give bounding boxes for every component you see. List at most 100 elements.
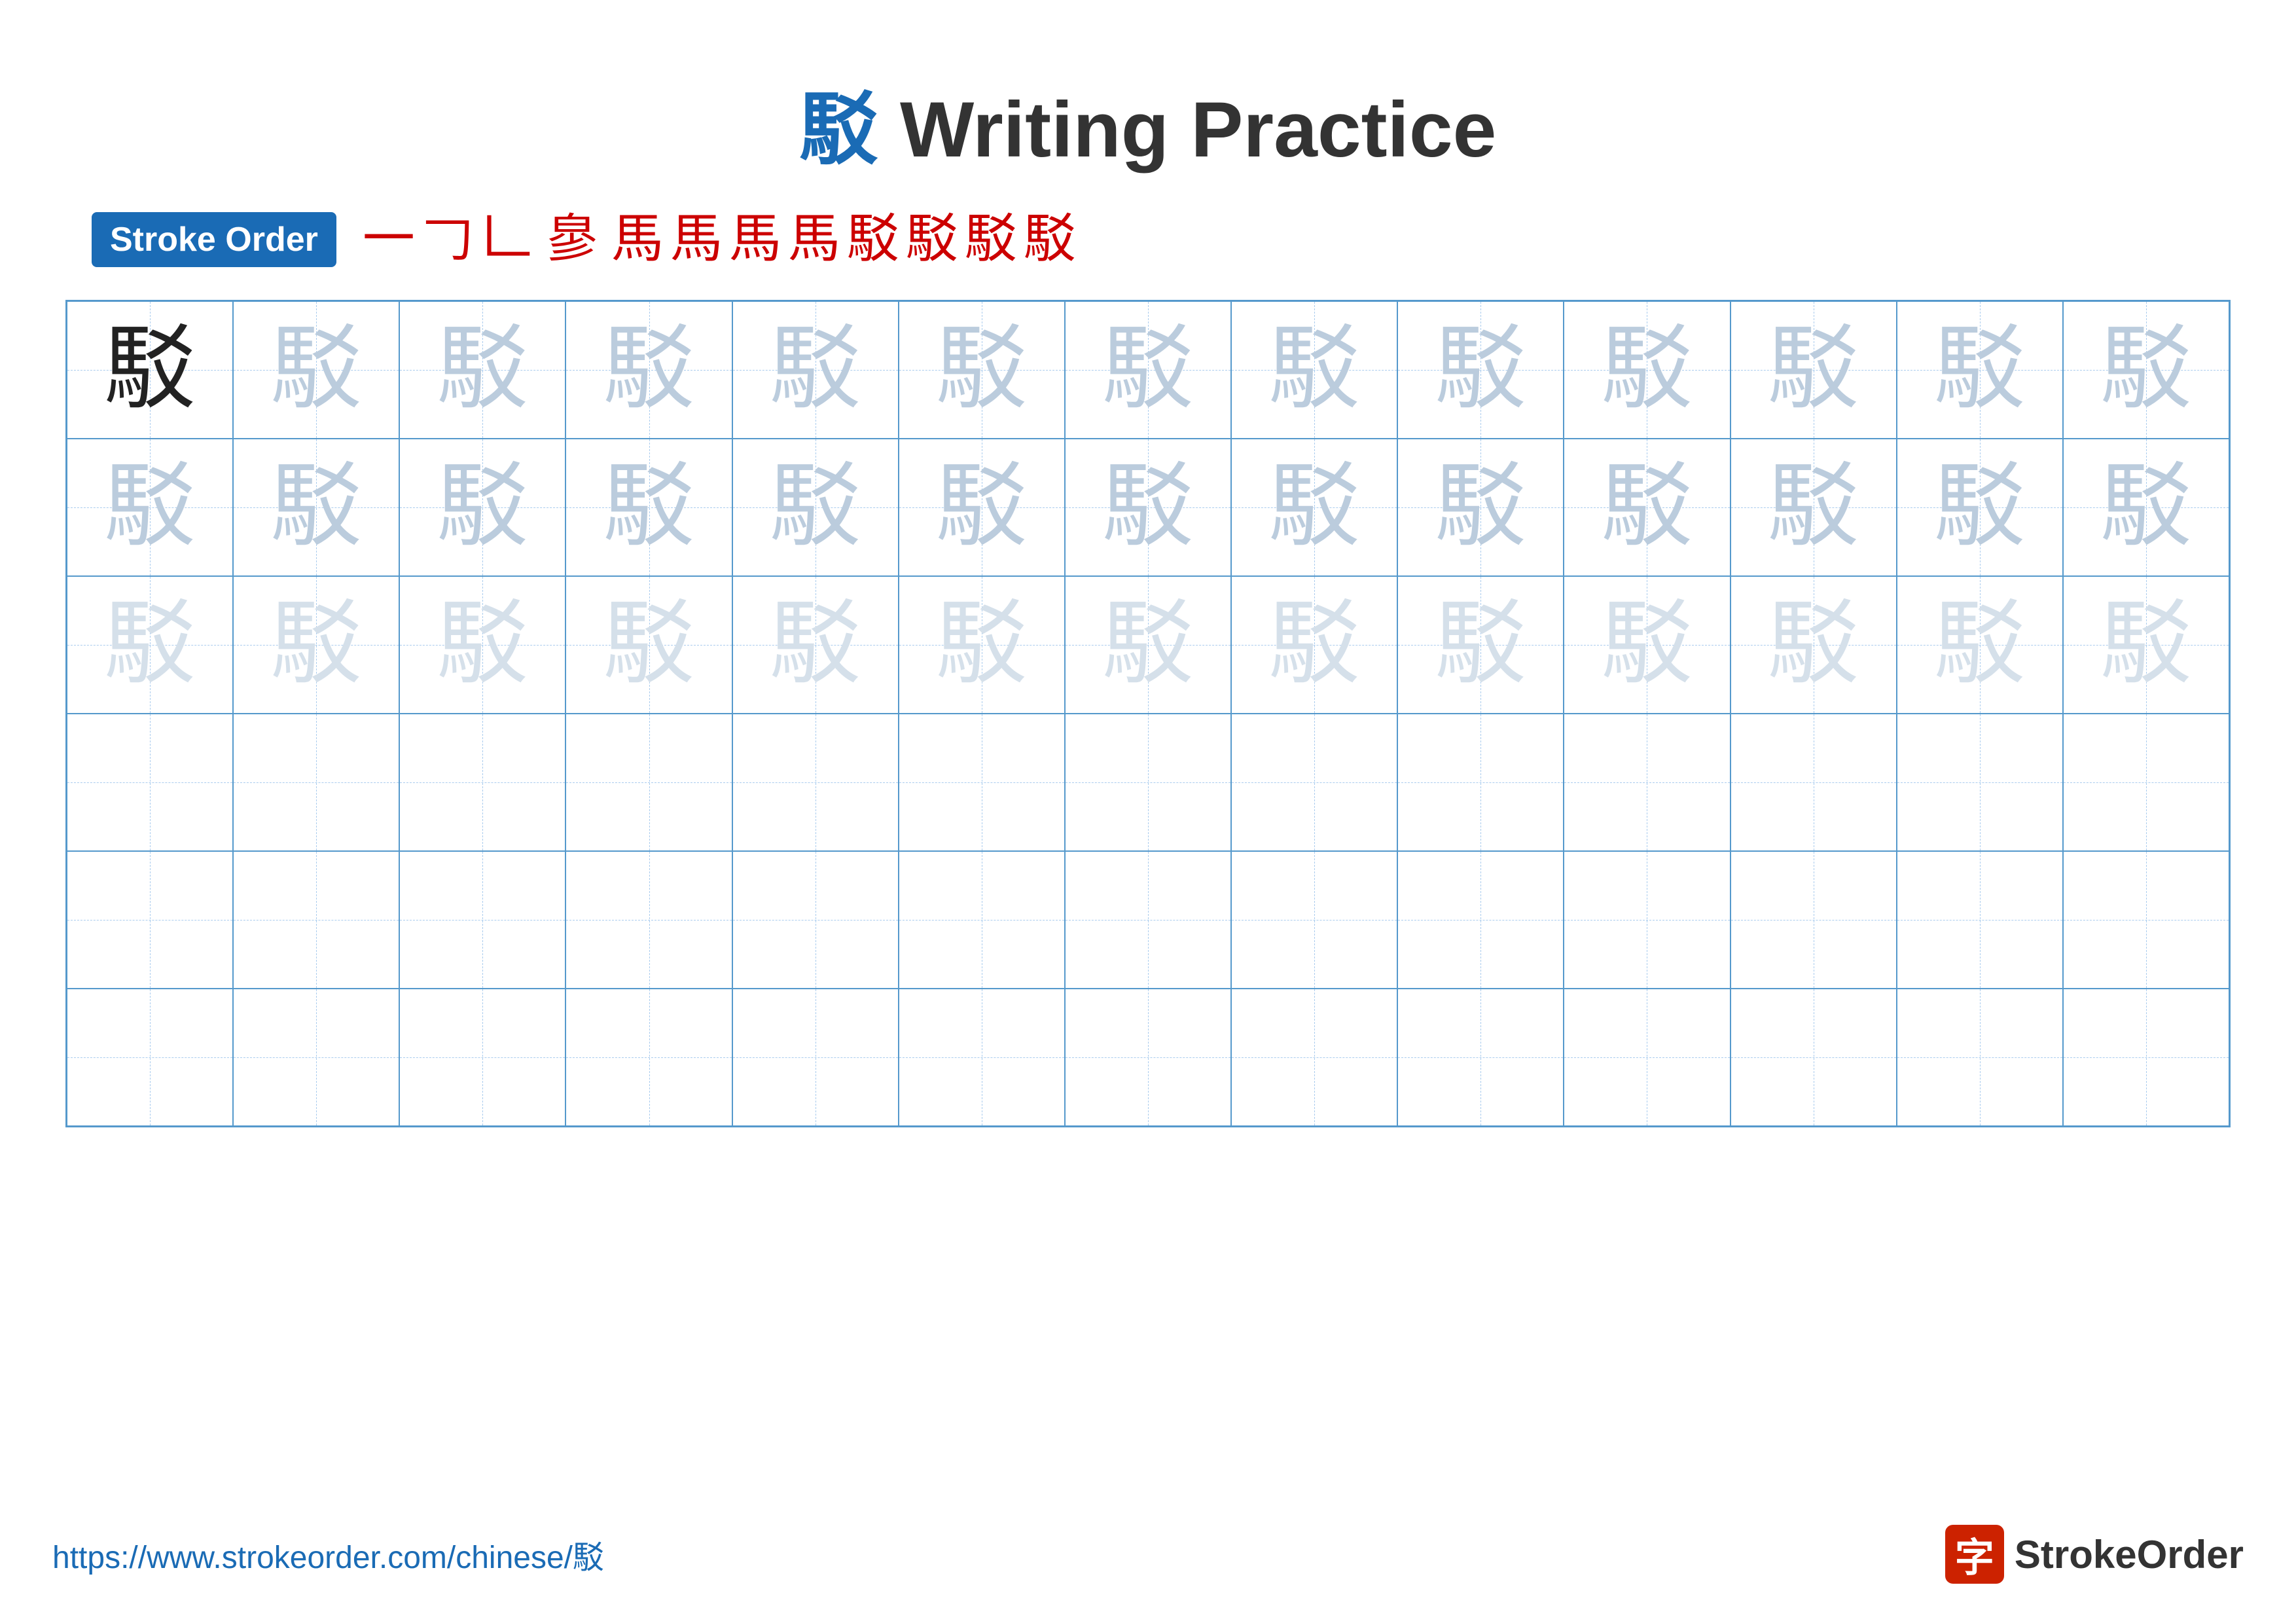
cell-r2-c4[interactable]: 駁: [565, 439, 732, 576]
cell-r1-c13[interactable]: 駁: [2063, 301, 2229, 439]
cell-r4-c10[interactable]: [1564, 714, 1730, 851]
cell-r1-c2[interactable]: 駁: [233, 301, 399, 439]
page-title: 駁 Writing Practice: [800, 86, 1497, 173]
cell-r2-c1[interactable]: 駁: [67, 439, 233, 576]
cell-r2-c6[interactable]: 駁: [899, 439, 1065, 576]
cell-r2-c9[interactable]: 駁: [1397, 439, 1564, 576]
cell-r1-c10[interactable]: 駁: [1564, 301, 1730, 439]
stroke-order-badge: Stroke Order: [92, 212, 336, 267]
footer-logo: 字 StrokeOrder: [1945, 1525, 2244, 1584]
cell-r4-c7[interactable]: [1065, 714, 1231, 851]
practice-grid: 駁 駁 駁 駁 駁 駁 駁 駁 駁 駁 駁 駁 駁 駁 駁 駁 駁 駁 駁 駁 …: [65, 300, 2231, 1127]
cell-r3-c5[interactable]: 駁: [732, 576, 899, 714]
cell-r5-c13[interactable]: [2063, 851, 2229, 989]
cell-r5-c1[interactable]: [67, 851, 233, 989]
cell-r4-c3[interactable]: [399, 714, 565, 851]
cell-r6-c13[interactable]: [2063, 989, 2229, 1126]
cell-r5-c12[interactable]: [1897, 851, 2063, 989]
cell-r5-c5[interactable]: [732, 851, 899, 989]
cell-r2-c3[interactable]: 駁: [399, 439, 565, 576]
cell-r4-c13[interactable]: [2063, 714, 2229, 851]
cell-r2-c5[interactable]: 駁: [732, 439, 899, 576]
cell-r1-c11[interactable]: 駁: [1731, 301, 1897, 439]
cell-r1-c12[interactable]: 駁: [1897, 301, 2063, 439]
cell-r3-c2[interactable]: 駁: [233, 576, 399, 714]
cell-r3-c8[interactable]: 駁: [1231, 576, 1397, 714]
footer-logo-text: StrokeOrder: [2015, 1532, 2244, 1577]
stroke-1: 一: [363, 213, 415, 266]
page: 駁 Writing Practice Stroke Order 一 𠃌 𠃊 𠃎 …: [0, 0, 2296, 1623]
cell-r6-c1[interactable]: [67, 989, 233, 1126]
stroke-3: 𠃊: [480, 213, 533, 266]
stroke-7: 馬: [611, 213, 664, 266]
cell-r4-c12[interactable]: [1897, 714, 2063, 851]
cell-r1-c5[interactable]: 駁: [732, 301, 899, 439]
cell-r1-c8[interactable]: 駁: [1231, 301, 1397, 439]
cell-r2-c12[interactable]: 駁: [1897, 439, 2063, 576]
title-section: 駁 Writing Practice: [52, 65, 2244, 179]
cell-r6-c2[interactable]: [233, 989, 399, 1126]
cell-r5-c6[interactable]: [899, 851, 1065, 989]
cell-r6-c12[interactable]: [1897, 989, 2063, 1126]
cell-r6-c4[interactable]: [565, 989, 732, 1126]
cell-r3-c3[interactable]: 駁: [399, 576, 565, 714]
cell-r3-c11[interactable]: 駁: [1731, 576, 1897, 714]
cell-r1-c4[interactable]: 駁: [565, 301, 732, 439]
footer: https://www.strokeorder.com/chinese/駁 字 …: [52, 1525, 2244, 1584]
cell-r2-c7[interactable]: 駁: [1065, 439, 1231, 576]
cell-r3-c12[interactable]: 駁: [1897, 576, 2063, 714]
cell-r2-c8[interactable]: 駁: [1231, 439, 1397, 576]
footer-url[interactable]: https://www.strokeorder.com/chinese/駁: [52, 1531, 604, 1577]
stroke-5: 㣎: [546, 213, 598, 266]
cell-r4-c6[interactable]: [899, 714, 1065, 851]
cell-r5-c8[interactable]: [1231, 851, 1397, 989]
title-char: 駁: [800, 86, 878, 173]
stroke-10: 馬: [788, 213, 840, 266]
cell-r1-c7[interactable]: 駁: [1065, 301, 1231, 439]
cell-r4-c9[interactable]: [1397, 714, 1564, 851]
cell-r3-c6[interactable]: 駁: [899, 576, 1065, 714]
cell-r6-c9[interactable]: [1397, 989, 1564, 1126]
stroke-12: 駁: [906, 213, 958, 266]
cell-r4-c2[interactable]: [233, 714, 399, 851]
cell-r6-c10[interactable]: [1564, 989, 1730, 1126]
cell-r4-c1[interactable]: [67, 714, 233, 851]
stroke-13: 駁: [965, 213, 1017, 266]
cell-r1-c3[interactable]: 駁: [399, 301, 565, 439]
cell-r6-c7[interactable]: [1065, 989, 1231, 1126]
cell-r1-c9[interactable]: 駁: [1397, 301, 1564, 439]
cell-r4-c8[interactable]: [1231, 714, 1397, 851]
cell-r3-c1[interactable]: 駁: [67, 576, 233, 714]
cell-r5-c9[interactable]: [1397, 851, 1564, 989]
cell-r5-c4[interactable]: [565, 851, 732, 989]
cell-r5-c3[interactable]: [399, 851, 565, 989]
cell-r3-c10[interactable]: 駁: [1564, 576, 1730, 714]
cell-r3-c4[interactable]: 駁: [565, 576, 732, 714]
cell-r5-c2[interactable]: [233, 851, 399, 989]
title-text: Writing Practice: [878, 86, 1497, 173]
cell-r4-c5[interactable]: [732, 714, 899, 851]
stroke-order-row: Stroke Order 一 𠃌 𠃊 𠃎 㣎 𩡬 馬 馬 馬 馬 駁 駁 駁 駁: [52, 212, 2244, 267]
cell-r5-c7[interactable]: [1065, 851, 1231, 989]
cell-r1-c6[interactable]: 駁: [899, 301, 1065, 439]
cell-r6-c8[interactable]: [1231, 989, 1397, 1126]
cell-r4-c4[interactable]: [565, 714, 732, 851]
cell-r6-c5[interactable]: [732, 989, 899, 1126]
stroke-sequence: 一 𠃌 𠃊 𠃎 㣎 𩡬 馬 馬 馬 馬 駁 駁 駁 駁: [350, 213, 2244, 266]
cell-r6-c11[interactable]: [1731, 989, 1897, 1126]
cell-r3-c13[interactable]: 駁: [2063, 576, 2229, 714]
cell-r5-c11[interactable]: [1731, 851, 1897, 989]
cell-r2-c13[interactable]: 駁: [2063, 439, 2229, 576]
cell-r1-c1[interactable]: 駁: [67, 301, 233, 439]
cell-r2-c11[interactable]: 駁: [1731, 439, 1897, 576]
cell-r3-c9[interactable]: 駁: [1397, 576, 1564, 714]
cell-r2-c2[interactable]: 駁: [233, 439, 399, 576]
cell-r3-c7[interactable]: 駁: [1065, 576, 1231, 714]
cell-r5-c10[interactable]: [1564, 851, 1730, 989]
cell-r6-c3[interactable]: [399, 989, 565, 1126]
stroke-2: 𠃌: [422, 213, 474, 266]
strokeorder-logo-icon: 字: [1945, 1525, 2004, 1584]
cell-r6-c6[interactable]: [899, 989, 1065, 1126]
cell-r4-c11[interactable]: [1731, 714, 1897, 851]
cell-r2-c10[interactable]: 駁: [1564, 439, 1730, 576]
